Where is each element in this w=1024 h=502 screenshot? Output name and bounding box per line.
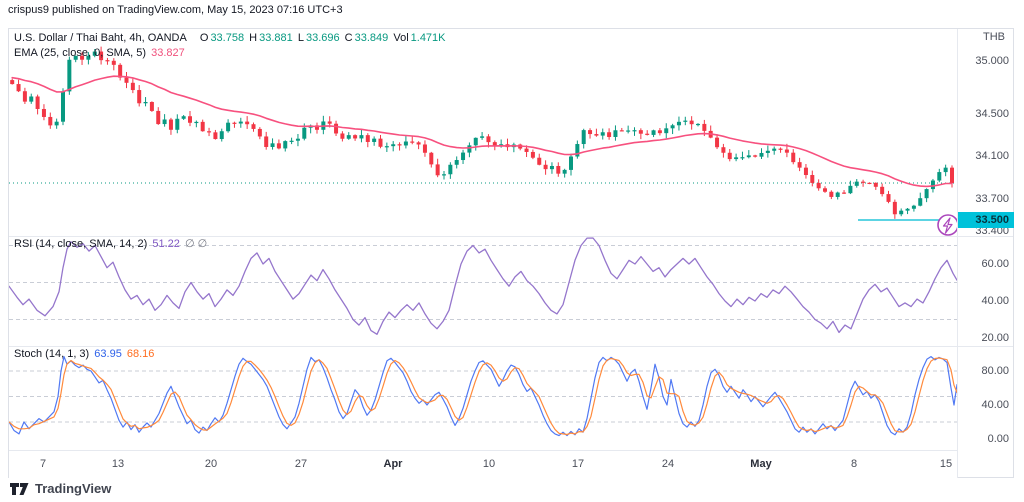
- time-tick-label: 24: [661, 458, 675, 470]
- chart-container: U.S. Dollar / Thai Baht, 4h, OANDA O 33.7…: [8, 28, 1014, 479]
- stoch-legend[interactable]: Stoch (14, 1, 3) 63.95 68.16: [14, 348, 156, 360]
- published-byline: crispus9 published on TradingView.com, M…: [8, 4, 343, 16]
- open-value: 33.758: [210, 32, 245, 44]
- time-tick-label: 27: [294, 458, 308, 470]
- price-scale[interactable]: THB 33.500 35.000 34.500 34.100 33.700 33.40…: [957, 29, 1014, 478]
- currency-label: THB: [983, 31, 1005, 43]
- stoch-d-value: 68.16: [126, 348, 155, 360]
- stoch-tick-label: 0.00: [987, 433, 1009, 445]
- rsi-value: 51.22: [152, 238, 180, 250]
- watermark-text: TradingView: [35, 481, 112, 496]
- time-tick-label: 10: [482, 458, 496, 470]
- open-label: O: [199, 32, 209, 44]
- rsi-tick-label: 60.00: [981, 258, 1009, 270]
- time-scale[interactable]: 7 13 20 27 Apr 10 17 24 May 8 15: [9, 450, 957, 479]
- price-tick-label: 34.100: [975, 150, 1009, 163]
- alert-lightning-icon[interactable]: [937, 214, 957, 236]
- tradingview-logo-icon: [10, 482, 29, 495]
- stoch-tick-label: 40.00: [981, 399, 1009, 411]
- time-tick-label: 20: [204, 458, 218, 470]
- price-tick-label: 35.000: [975, 55, 1009, 67]
- alert-price-badge: 33.500: [958, 212, 1014, 228]
- candlestick-series: [10, 46, 954, 219]
- time-tick-label: 7: [39, 458, 47, 470]
- stoch-k-value: 63.95: [94, 348, 122, 360]
- time-tick-label: 13: [111, 458, 125, 470]
- time-tick-label: 15: [939, 458, 953, 470]
- volume-label: Vol: [393, 32, 409, 44]
- low-label: L: [297, 32, 304, 44]
- chart-plot[interactable]: [9, 29, 957, 479]
- time-tick-label: 17: [571, 458, 585, 470]
- screenshot-page: crispus9 published on TradingView.com, M…: [0, 0, 1024, 502]
- ema-label: EMA (25, close, 0, SMA, 5): [14, 47, 147, 59]
- rsi-tick-label: 40.00: [981, 295, 1009, 307]
- time-tick-label: 8: [850, 458, 858, 470]
- symbol-title: U.S. Dollar / Thai Baht, 4h, OANDA: [14, 32, 187, 44]
- pane-separator[interactable]: [9, 346, 1013, 347]
- symbol-legend[interactable]: U.S. Dollar / Thai Baht, 4h, OANDA O 33.7…: [14, 32, 448, 44]
- time-tick-label: Apr: [383, 458, 403, 470]
- rsi-tick-label: 20.00: [981, 332, 1009, 344]
- close-value: 33.849: [354, 32, 389, 44]
- low-value: 33.696: [305, 32, 340, 44]
- stoch-tick-label: 80.00: [981, 365, 1009, 377]
- tradingview-watermark[interactable]: TradingView: [10, 481, 111, 496]
- high-value: 33.881: [259, 32, 293, 44]
- high-label: H: [249, 32, 258, 44]
- volume-value: 1.471K: [410, 32, 446, 44]
- time-tick-label: May: [750, 458, 772, 470]
- ema-line: [11, 75, 953, 188]
- rsi-label: RSI (14, close, SMA, 14, 2): [14, 238, 148, 250]
- ema-value: 33.827: [151, 47, 185, 59]
- close-label: C: [344, 32, 353, 44]
- ema-legend[interactable]: EMA (25, close, 0, SMA, 5) 33.827: [14, 47, 187, 59]
- price-tick-label: 33.700: [975, 192, 1009, 205]
- stoch-label: Stoch (14, 1, 3): [14, 348, 90, 360]
- price-tick-label: 34.500: [975, 108, 1009, 120]
- rsi-legend[interactable]: RSI (14, close, SMA, 14, 2) 51.22 ∅ ∅: [14, 237, 209, 250]
- rsi-extra-params: ∅ ∅: [184, 238, 208, 250]
